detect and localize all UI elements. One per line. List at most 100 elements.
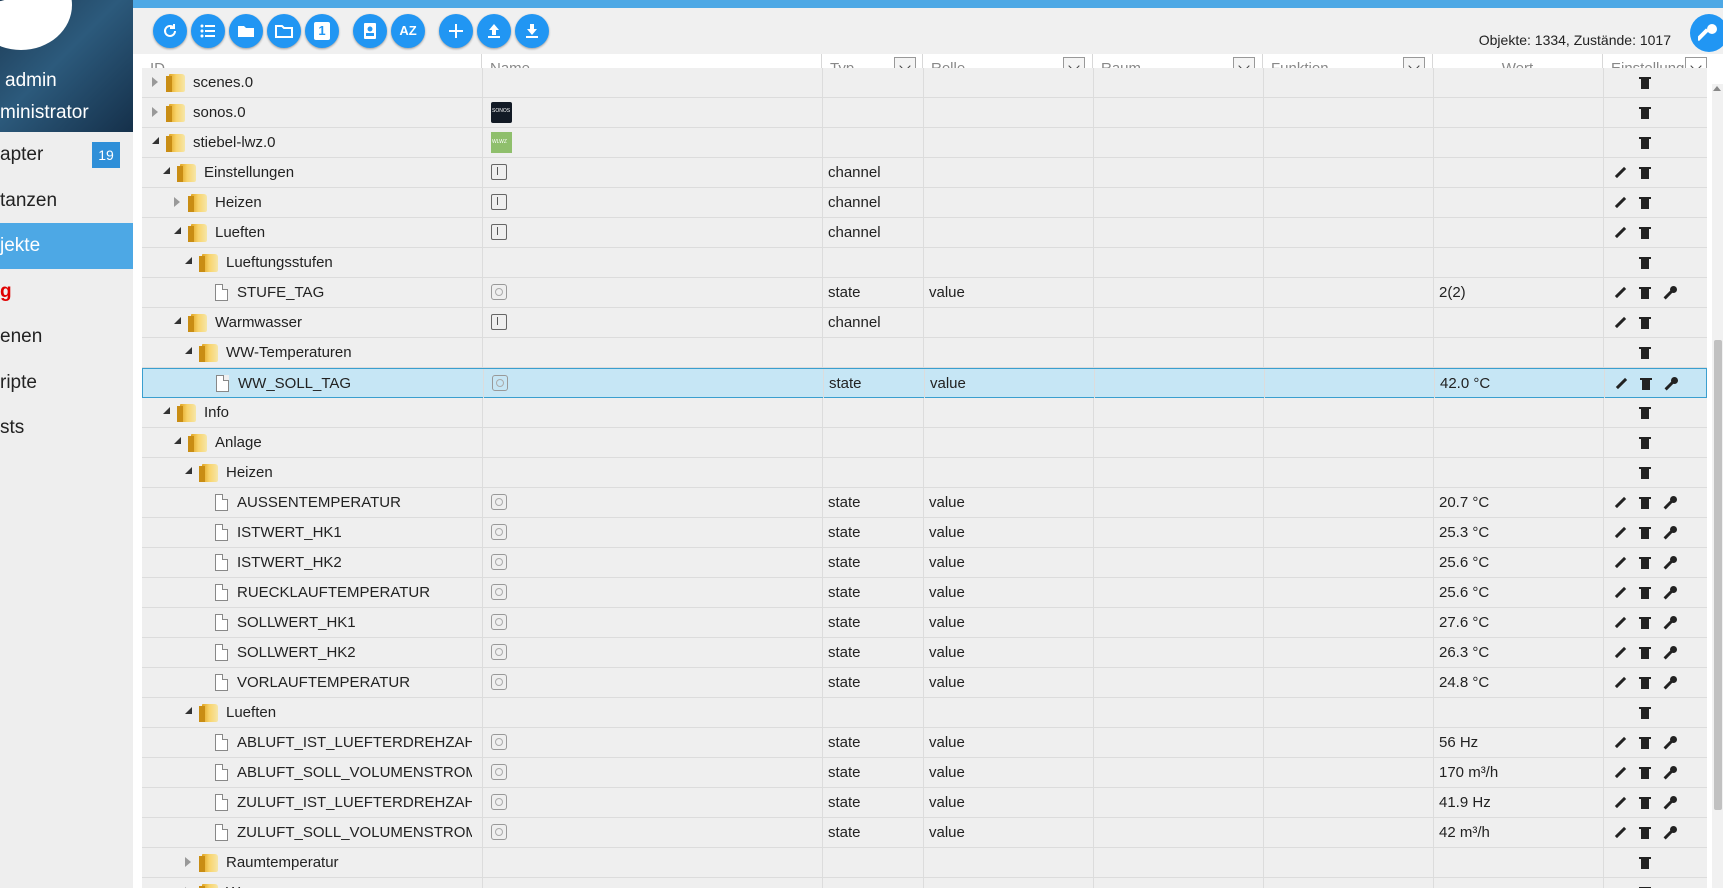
delete-icon[interactable] <box>1637 765 1653 781</box>
edit-pencil-icon[interactable] <box>1612 195 1628 211</box>
delete-icon[interactable] <box>1637 585 1653 601</box>
folder-row[interactable]: W <box>142 878 1707 888</box>
collapse-arrow-icon[interactable] <box>185 707 192 714</box>
delete-icon[interactable] <box>1637 465 1653 481</box>
expand-arrow-icon[interactable] <box>152 77 158 87</box>
wrench-icon[interactable] <box>1662 525 1678 541</box>
folder-row[interactable]: Heizen channel <box>142 188 1707 218</box>
delete-icon[interactable] <box>1637 405 1653 421</box>
wrench-icon[interactable] <box>1663 376 1679 392</box>
sidebar-item[interactable]: apter 19 <box>0 132 133 178</box>
folder-row[interactable]: Lueften channel <box>142 218 1707 248</box>
wrench-icon[interactable] <box>1662 285 1678 301</box>
expand-all-button[interactable] <box>267 14 301 48</box>
edit-pencil-icon[interactable] <box>1612 765 1628 781</box>
edit-pencil-icon[interactable] <box>1612 825 1628 841</box>
collapse-all-button[interactable] <box>229 14 263 48</box>
delete-icon[interactable] <box>1637 555 1653 571</box>
delete-icon[interactable] <box>1637 825 1653 841</box>
toggle-one-button[interactable]: 1 <box>305 14 339 48</box>
delete-icon[interactable] <box>1637 795 1653 811</box>
edit-pencil-icon[interactable] <box>1612 165 1628 181</box>
collapse-arrow-icon[interactable] <box>163 407 170 414</box>
delete-icon[interactable] <box>1637 255 1653 271</box>
scrollbar-thumb[interactable] <box>1714 340 1722 810</box>
state-row[interactable]: ISTWERT_HK2 state value 25.6 °C <box>142 548 1707 578</box>
state-row[interactable]: ABLUFT_IST_LUEFTERDREHZAHL state value 56 H… <box>142 728 1707 758</box>
collapse-arrow-icon[interactable] <box>185 257 192 264</box>
upload-button[interactable] <box>477 14 511 48</box>
state-row[interactable]: ZULUFT_SOLL_VOLUMENSTROM state value 42 m³/… <box>142 818 1707 848</box>
wrench-icon[interactable] <box>1662 735 1678 751</box>
sidebar-item[interactable]: jekte <box>0 223 133 269</box>
folder-row[interactable]: stiebel-lwz.0 <box>142 128 1707 158</box>
edit-pencil-icon[interactable] <box>1612 225 1628 241</box>
add-button[interactable] <box>439 14 473 48</box>
delete-icon[interactable] <box>1637 315 1653 331</box>
delete-icon[interactable] <box>1637 735 1653 751</box>
delete-icon[interactable] <box>1637 135 1653 151</box>
folder-row[interactable]: Anlage <box>142 428 1707 458</box>
collapse-arrow-icon[interactable] <box>152 137 159 144</box>
wrench-icon[interactable] <box>1662 615 1678 631</box>
edit-pencil-icon[interactable] <box>1612 795 1628 811</box>
delete-icon[interactable] <box>1637 435 1653 451</box>
state-row[interactable]: ISTWERT_HK1 state value 25.3 °C <box>142 518 1707 548</box>
folder-row[interactable]: Warmwasser channel <box>142 308 1707 338</box>
contact-button[interactable] <box>353 14 387 48</box>
edit-pencil-icon[interactable] <box>1612 315 1628 331</box>
wrench-icon[interactable] <box>1662 495 1678 511</box>
sidebar-item[interactable]: enen <box>0 314 133 360</box>
collapse-arrow-icon[interactable] <box>185 467 192 474</box>
edit-pencil-icon[interactable] <box>1612 285 1628 301</box>
delete-icon[interactable] <box>1637 75 1653 91</box>
wrench-icon[interactable] <box>1662 645 1678 661</box>
wrench-icon[interactable] <box>1662 825 1678 841</box>
delete-icon[interactable] <box>1637 525 1653 541</box>
sort-button[interactable]: AZ <box>391 14 425 48</box>
delete-icon[interactable] <box>1638 376 1654 392</box>
edit-pencil-icon[interactable] <box>1613 376 1629 392</box>
folder-row[interactable]: Lueftungsstufen <box>142 248 1707 278</box>
state-row[interactable]: ABLUFT_SOLL_VOLUMENSTROM state value 170 m³… <box>142 758 1707 788</box>
collapse-arrow-icon[interactable] <box>174 437 181 444</box>
delete-icon[interactable] <box>1637 645 1653 661</box>
state-row[interactable]: RUECKLAUFTEMPERATUR state value 25.6 °C <box>142 578 1707 608</box>
delete-icon[interactable] <box>1637 105 1653 121</box>
sidebar-item[interactable]: ripte <box>0 360 133 406</box>
download-button[interactable] <box>515 14 549 48</box>
state-row[interactable]: STUFE_TAG state value 2(2) <box>142 278 1707 308</box>
refresh-button[interactable] <box>153 14 187 48</box>
delete-icon[interactable] <box>1637 285 1653 301</box>
wrench-icon[interactable] <box>1662 555 1678 571</box>
delete-icon[interactable] <box>1637 195 1653 211</box>
edit-pencil-icon[interactable] <box>1612 555 1628 571</box>
delete-icon[interactable] <box>1637 675 1653 691</box>
wrench-icon[interactable] <box>1662 675 1678 691</box>
state-row[interactable]: VORLAUFTEMPERATUR state value 24.8 °C <box>142 668 1707 698</box>
folder-row[interactable]: sonos.0 <box>142 98 1707 128</box>
list-view-button[interactable] <box>191 14 225 48</box>
state-row[interactable]: WW_SOLL_TAG state value 42.0 °C <box>142 368 1707 399</box>
wrench-icon[interactable] <box>1662 765 1678 781</box>
folder-row[interactable]: scenes.0 <box>142 68 1707 98</box>
delete-icon[interactable] <box>1637 495 1653 511</box>
delete-icon[interactable] <box>1637 855 1653 871</box>
sidebar-item[interactable]: tanzen <box>0 178 133 224</box>
edit-pencil-icon[interactable] <box>1612 525 1628 541</box>
edit-pencil-icon[interactable] <box>1612 735 1628 751</box>
edit-pencil-icon[interactable] <box>1612 675 1628 691</box>
sidebar-item[interactable]: sts <box>0 405 133 451</box>
expand-arrow-icon[interactable] <box>152 107 158 117</box>
edit-pencil-icon[interactable] <box>1612 615 1628 631</box>
wrench-icon[interactable] <box>1662 795 1678 811</box>
folder-row[interactable]: Heizen <box>142 458 1707 488</box>
state-row[interactable]: AUSSENTEMPERATUR state value 20.7 °C <box>142 488 1707 518</box>
settings-button[interactable] <box>1690 14 1723 52</box>
folder-row[interactable]: Lueften <box>142 698 1707 728</box>
delete-icon[interactable] <box>1637 615 1653 631</box>
delete-icon[interactable] <box>1637 345 1653 361</box>
delete-icon[interactable] <box>1637 225 1653 241</box>
edit-pencil-icon[interactable] <box>1612 495 1628 511</box>
folder-row[interactable]: WW-Temperaturen <box>142 338 1707 368</box>
